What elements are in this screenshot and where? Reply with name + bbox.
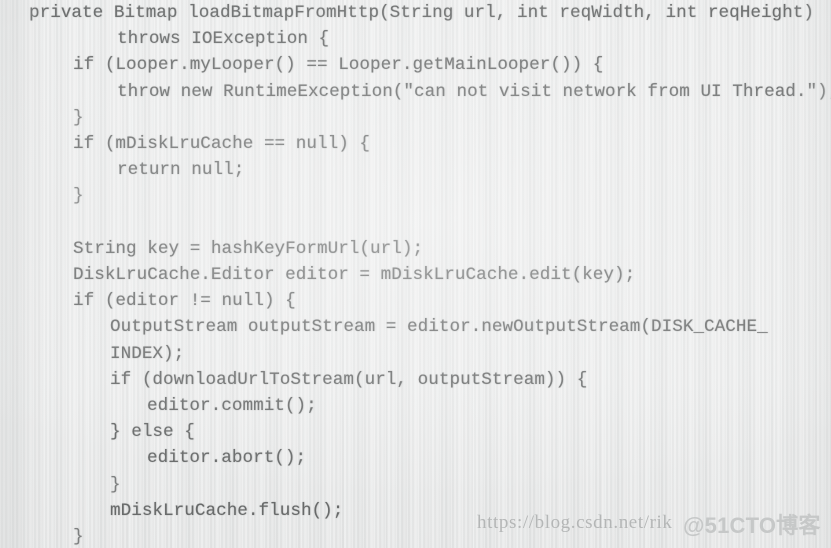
code-line: if (editor != null) { xyxy=(73,291,296,312)
code-line: DiskLruCache.Editor editor = mDiskLruCac… xyxy=(73,265,636,285)
code-screenshot: private Bitmap loadBitmapFromHttp(String… xyxy=(0,0,831,548)
code-line: editor.abort(); xyxy=(147,448,307,469)
code-line: if (Looper.myLooper() == Looper.getMainL… xyxy=(73,55,604,76)
code-line: INDEX); xyxy=(110,343,185,364)
code-line: } xyxy=(73,527,84,547)
code-line: mDiskLruCache.flush(); xyxy=(110,500,344,521)
code-line: OutputStream outputStream = editor.newOu… xyxy=(110,317,768,338)
code-line: } xyxy=(73,186,84,207)
code-line: throw new RuntimeException("can not visi… xyxy=(117,81,831,102)
code-line: throws IOException { xyxy=(117,29,330,50)
code-line: private Bitmap loadBitmapFromHttp(String… xyxy=(29,3,814,23)
code-line: } xyxy=(73,107,84,128)
code-block: private Bitmap loadBitmapFromHttp(String… xyxy=(0,0,831,548)
code-line: if (downloadUrlToStream(url, outputStrea… xyxy=(110,369,588,390)
code-line: String key = hashKeyFormUrl(url); xyxy=(73,238,424,259)
code-line: return null; xyxy=(117,160,245,181)
code-line: if (mDiskLruCache == null) { xyxy=(73,134,371,154)
code-line: } else { xyxy=(110,422,195,443)
code-line: } xyxy=(110,474,121,495)
code-line: editor.commit(); xyxy=(147,396,317,416)
